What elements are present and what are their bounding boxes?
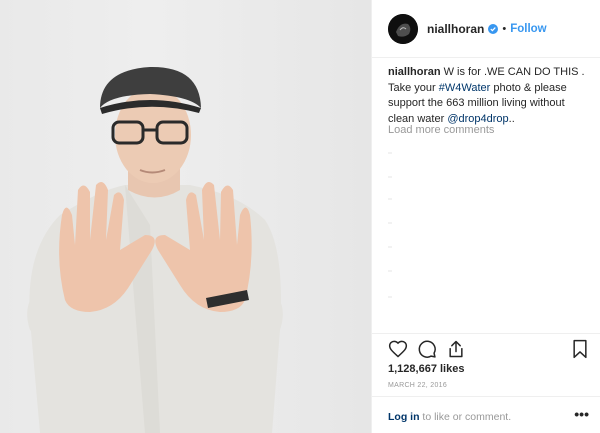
action-bar [372, 333, 600, 363]
header-username[interactable]: niallhoran [427, 22, 484, 36]
post-date[interactable]: MARCH 22, 2016 [388, 382, 447, 389]
more-options-button[interactable]: ••• [574, 406, 589, 422]
post-header: niallhoran • Follow [372, 0, 600, 58]
comment-footer: Log in to like or comment. ••• [372, 396, 600, 433]
instagram-post: niallhoran • Follow niallhoran W is for … [0, 0, 600, 433]
post-photo[interactable] [0, 0, 371, 433]
load-more-comments-button[interactable]: Load more comments [388, 124, 494, 136]
post-caption: niallhoran W is for .WE CAN DO THIS . Ta… [388, 65, 594, 127]
verified-badge-icon [488, 23, 499, 34]
login-link[interactable]: Log in [388, 411, 420, 423]
login-prompt: Log in to like or comment. [388, 411, 511, 423]
comment-placeholder-mark [388, 152, 392, 154]
comment-placeholder-mark [388, 198, 392, 200]
heart-icon[interactable] [388, 339, 408, 359]
bookmark-icon[interactable] [571, 339, 589, 359]
caption-hashtag[interactable]: #W4Water [439, 82, 491, 94]
share-upload-icon[interactable] [446, 339, 466, 359]
comment-placeholder-mark [388, 176, 392, 178]
comment-placeholder-mark [388, 222, 392, 224]
comment-placeholder-mark [388, 296, 392, 298]
follow-button[interactable]: Follow [510, 23, 546, 35]
caption-text-end: .. [508, 112, 515, 125]
comment-placeholder-mark [388, 246, 392, 248]
login-prompt-text: to like or comment. [419, 411, 512, 423]
comment-bubble-icon[interactable] [417, 339, 437, 359]
caption-username[interactable]: niallhoran [388, 66, 441, 78]
header-separator: • [502, 22, 507, 35]
avatar-image [388, 13, 418, 44]
caption-mention[interactable]: @drop4drop [447, 113, 508, 125]
post-side-panel: niallhoran • Follow niallhoran W is for … [371, 0, 600, 433]
profile-avatar[interactable] [388, 13, 418, 44]
comment-placeholder-mark [388, 270, 392, 272]
likes-count[interactable]: 1,128,667 likes [388, 363, 464, 375]
photo-illustration [27, 66, 283, 433]
